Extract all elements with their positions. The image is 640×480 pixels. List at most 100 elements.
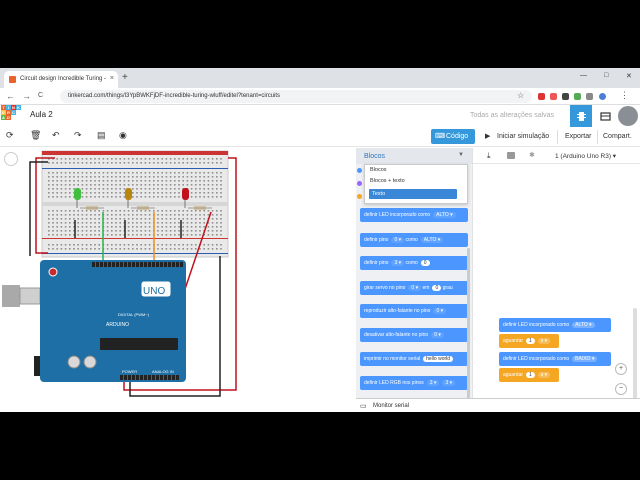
tinkercad-logo[interactable]: TINKERCAD <box>1 105 21 125</box>
user-avatar[interactable] <box>618 106 638 126</box>
block-dropdown[interactable]: 3 ▾ <box>391 260 405 266</box>
eye-icon[interactable]: ◉ <box>119 130 127 141</box>
code-block[interactable]: definir LED incorporado como ALTO ▾ <box>499 318 611 332</box>
block-value-field[interactable]: hello world <box>423 356 454 362</box>
code-block[interactable]: aguardar 1 s ▾ <box>499 334 559 348</box>
block-value-field[interactable]: 0 <box>420 260 430 266</box>
maximize-window-button[interactable]: □ <box>604 72 608 79</box>
block-dropdown[interactable]: BAIXO ▾ <box>572 356 598 362</box>
project-title[interactable]: Aula 2 <box>30 110 53 119</box>
tab-bar: Circuit design Incredible Turing - × + —… <box>0 68 640 88</box>
mode-option-blocks-text[interactable]: Blocos + texto <box>370 178 405 184</box>
mode-option-blocks[interactable]: Blocos <box>370 167 387 173</box>
back-button[interactable]: ← <box>6 91 15 101</box>
block-value-field[interactable]: 1 <box>526 338 535 344</box>
category-output-dot[interactable] <box>357 168 362 173</box>
block-text: aguardar <box>503 372 524 378</box>
block-dropdown[interactable]: 3 ▾ <box>442 380 456 386</box>
reload-button[interactable]: C <box>38 92 43 99</box>
block-text: como <box>405 260 418 266</box>
forward-button[interactable]: → <box>22 91 31 101</box>
block-dropdown[interactable]: 3 ▾ <box>426 380 440 386</box>
code-block[interactable]: imprimir no monitor serial hello world <box>360 352 468 366</box>
schematic-view-button[interactable] <box>594 105 616 127</box>
share-button[interactable]: Compart. <box>603 133 632 140</box>
usb-cable <box>2 285 20 307</box>
block-text: aguardar <box>503 338 524 344</box>
capacitor <box>67 355 81 369</box>
zoom-out-button[interactable]: − <box>615 383 627 395</box>
save-status: Todas as alterações salvas <box>470 112 555 119</box>
block-dropdown[interactable]: ALTO ▾ <box>420 237 444 243</box>
category-input-dot[interactable] <box>357 181 362 186</box>
block-dropdown[interactable]: 0 ▾ <box>391 237 405 243</box>
code-block[interactable]: definir LED incorporado como BAIXO ▾ <box>499 352 611 366</box>
download-icon[interactable]: ⤓ <box>487 151 491 161</box>
block-dropdown[interactable]: ALTO ▾ <box>433 212 456 218</box>
circuit-view-button[interactable] <box>570 105 592 127</box>
browser-menu-icon[interactable]: ⋮ <box>620 90 629 101</box>
block-dropdown[interactable]: 0 ▾ <box>408 285 422 291</box>
browser-tab[interactable]: Circuit design Incredible Turing - × <box>4 71 118 88</box>
block-value-field[interactable]: 0 <box>432 285 442 291</box>
digital-pins-label: DIGITAL (PWM~) <box>118 312 150 317</box>
library-icon[interactable] <box>507 152 515 159</box>
block-text: em <box>422 285 430 291</box>
extension-icon[interactable] <box>550 93 557 100</box>
rotate-icon[interactable]: ⟳ <box>6 130 14 141</box>
close-window-button[interactable]: ✕ <box>626 72 632 80</box>
code-block[interactable]: definir pino 3 ▾ como 0 <box>360 256 468 270</box>
code-block[interactable]: definir pino 0 ▾ como ALTO ▾ <box>360 233 468 247</box>
circuit-canvas[interactable]: UNO ARDUINO DIGITAL (PWM~) POWER ANALOG … <box>0 148 356 412</box>
profile-avatar-icon[interactable] <box>599 93 606 100</box>
code-workspace[interactable]: ⤓ ✱ 1 (Arduino Uno R3) ▾ definir LED inc… <box>472 148 640 412</box>
notes-icon[interactable]: ▤ <box>97 130 106 141</box>
export-button[interactable]: Exportar <box>565 133 591 140</box>
code-block[interactable]: desativar alto-falante no pino 0 ▾ <box>360 328 468 342</box>
code-block[interactable]: definir LED incorporado como ALTO ▾ <box>360 208 468 222</box>
editor-toolbar: ⟳ 🗑 ↶ ↷ ▤ ◉ ⌨ Código ▶ Iniciar simulação… <box>0 127 640 147</box>
block-dropdown[interactable]: s ▾ <box>537 372 551 378</box>
code-scrollbar[interactable] <box>633 308 637 412</box>
url-field[interactable]: tinkercad.com/things/l3YpBWKFjDF-incredi… <box>60 90 532 103</box>
undo-icon[interactable]: ↶ <box>52 130 60 141</box>
editor-mode-dropdown: Blocos Blocos + texto Texto <box>364 164 468 204</box>
block-value-field[interactable]: 1 <box>526 372 535 378</box>
start-simulation-button[interactable]: Iniciar simulação <box>497 133 549 140</box>
editor-mode-select[interactable]: Blocos ▼ <box>356 148 472 164</box>
device-select[interactable]: 1 (Arduino Uno R3) ▾ <box>555 152 616 160</box>
code-block[interactable]: reproduzir alto-falante no pino 0 ▾ <box>360 304 468 318</box>
code-block[interactable]: definir LED RGB nos pinos 3 ▾ 3 ▾ <box>360 376 468 390</box>
delete-icon[interactable]: 🗑 <box>30 130 41 141</box>
block-dropdown[interactable]: s ▾ <box>537 338 551 344</box>
browser-window: Circuit design Incredible Turing - × + —… <box>0 68 640 412</box>
block-dropdown[interactable]: 0 ▾ <box>433 308 447 314</box>
redo-icon[interactable]: ↷ <box>74 130 82 141</box>
block-text: definir pino <box>364 260 389 266</box>
code-block[interactable]: girar servo no pino 0 ▾ em 0 grau <box>360 281 468 295</box>
close-tab-icon[interactable]: × <box>110 75 114 82</box>
arduino-board <box>40 260 186 382</box>
circuit-drawing[interactable]: UNO ARDUINO DIGITAL (PWM~) POWER ANALOG … <box>0 148 356 412</box>
extension-icon[interactable] <box>586 93 593 100</box>
mode-option-text[interactable]: Texto <box>369 189 457 199</box>
block-dropdown[interactable]: ALTO ▾ <box>572 322 595 328</box>
category-control-dot[interactable] <box>357 194 362 199</box>
editor-mode-label: Blocos <box>364 153 386 160</box>
serial-monitor-bar[interactable]: ▭ Monitor serial <box>356 398 640 412</box>
extension-icon[interactable] <box>574 93 581 100</box>
logo-letter: C <box>11 110 16 115</box>
extension-icon[interactable] <box>538 93 545 100</box>
address-bar-row: ← → C tinkercad.com/things/l3YpBWKFjDF-i… <box>0 88 640 105</box>
debug-icon[interactable]: ✱ <box>529 151 535 159</box>
extension-icon[interactable] <box>562 93 569 100</box>
bookmark-star-icon[interactable]: ☆ <box>517 91 524 100</box>
code-header: ⤓ ✱ 1 (Arduino Uno R3) ▾ <box>473 148 640 164</box>
new-tab-button[interactable]: + <box>122 72 128 83</box>
panel-scrollbar[interactable] <box>467 248 470 408</box>
block-dropdown[interactable]: 0 ▾ <box>431 332 444 338</box>
zoom-in-button[interactable]: + <box>615 363 627 375</box>
code-button[interactable]: ⌨ Código <box>431 129 475 144</box>
code-block[interactable]: aguardar 1 s ▾ <box>499 368 559 382</box>
minimize-window-button[interactable]: — <box>580 72 587 79</box>
